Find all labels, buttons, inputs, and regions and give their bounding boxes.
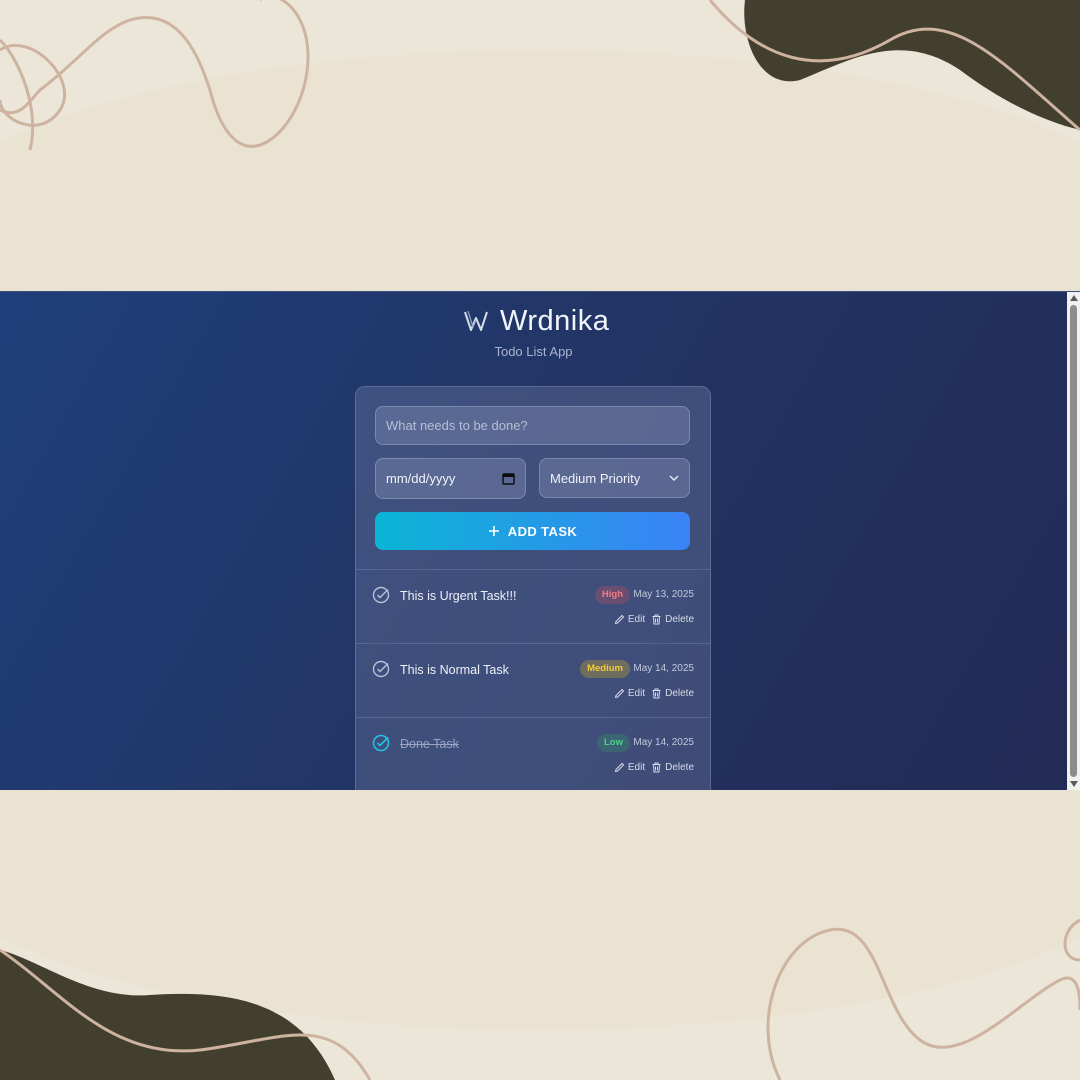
calendar-icon[interactable]: [502, 472, 515, 485]
task-date: May 13, 2025: [633, 589, 694, 600]
edit-label: Edit: [627, 688, 646, 699]
pencil-icon: [614, 688, 625, 699]
scroll-up-arrow[interactable]: [1070, 295, 1078, 301]
edit-button[interactable]: Edit: [614, 762, 645, 773]
trash-icon: [652, 614, 661, 625]
delete-label: Delete: [665, 688, 694, 699]
priority-badge-medium: Medium: [580, 660, 630, 678]
delete-label: Delete: [665, 614, 694, 625]
logo-w-icon: [464, 310, 488, 331]
pencil-icon: [614, 614, 625, 625]
check-circle-icon[interactable]: [372, 586, 390, 604]
priority-select[interactable]: Medium Priority: [539, 458, 690, 498]
delete-button[interactable]: Delete: [651, 614, 694, 625]
check-circle-icon[interactable]: [372, 734, 390, 752]
delete-button[interactable]: Delete: [651, 762, 694, 773]
due-date-input[interactable]: mm/dd/yyyy: [375, 458, 526, 499]
trash-icon: [652, 762, 661, 773]
brand: Wrdnika: [462, 304, 609, 338]
edit-button[interactable]: Edit: [614, 688, 645, 699]
app-subtitle: Todo List App: [494, 344, 573, 359]
priority-badge-low: Low: [597, 734, 630, 752]
todo-card: mm/dd/yyyy Medium Priority ADD TASK: [355, 386, 711, 790]
chevron-down-icon: [669, 475, 679, 481]
task-date: May 14, 2025: [633, 663, 694, 674]
task-title: This is Urgent Task!!!: [400, 589, 517, 603]
task-row: This is Urgent Task!!! High May 13, 2025…: [356, 569, 710, 643]
task-actions: Edit Delete: [614, 762, 694, 773]
edit-label: Edit: [627, 762, 646, 773]
task-list: This is Urgent Task!!! High May 13, 2025…: [356, 569, 710, 790]
task-title: Done Task: [400, 737, 459, 751]
delete-button[interactable]: Delete: [651, 688, 694, 699]
task-row: Done Task Low May 14, 2025 Edit Delete: [356, 717, 710, 790]
pencil-icon: [614, 762, 625, 773]
check-circle-icon[interactable]: [372, 660, 390, 678]
edit-label: Edit: [627, 614, 646, 625]
delete-label: Delete: [665, 762, 694, 773]
task-row: This is Normal Task Medium May 14, 2025 …: [356, 643, 710, 717]
plus-icon: [488, 526, 499, 536]
task-date: May 14, 2025: [633, 737, 694, 748]
scroll-down-arrow[interactable]: [1070, 781, 1078, 787]
date-placeholder: mm/dd/yyyy: [386, 471, 456, 486]
add-task-label: ADD TASK: [507, 523, 578, 539]
priority-selected-value: Medium Priority: [550, 470, 641, 486]
task-actions: Edit Delete: [614, 614, 694, 625]
edit-button[interactable]: Edit: [614, 614, 645, 625]
app-window: Wrdnika Todo List App mm/dd/yyyy Medium …: [0, 291, 1080, 790]
task-title: This is Normal Task: [400, 663, 509, 677]
app-title: Wrdnika: [500, 304, 610, 337]
vertical-scrollbar[interactable]: [1067, 292, 1080, 790]
trash-icon: [652, 688, 661, 699]
task-actions: Edit Delete: [614, 688, 694, 699]
add-task-button[interactable]: ADD TASK: [375, 512, 690, 550]
priority-badge-high: High: [594, 586, 630, 604]
task-input[interactable]: [375, 406, 690, 445]
scroll-thumb[interactable]: [1070, 305, 1077, 777]
